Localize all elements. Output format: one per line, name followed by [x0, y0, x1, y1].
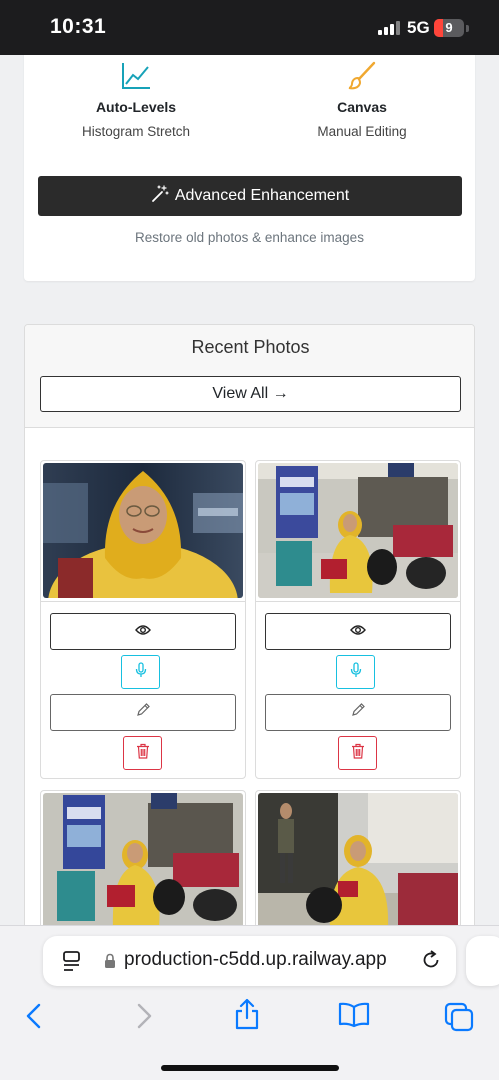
back-icon[interactable] [24, 1002, 44, 1035]
photo-thumbnail[interactable] [258, 463, 458, 598]
next-tab-preview[interactable] [466, 936, 499, 986]
status-time: 10:31 [50, 15, 107, 38]
tool-subtitle: Manual Editing [317, 124, 407, 139]
tools-card: Auto-Levels Histogram Stretch Canvas Man… [24, 55, 475, 281]
advanced-enhancement-button[interactable]: Advanced Enhancement [38, 176, 462, 216]
trash-icon [136, 743, 150, 764]
page-content[interactable]: Auto-Levels Histogram Stretch Canvas Man… [0, 55, 499, 925]
brush-icon [262, 55, 462, 91]
battery-level: 9 [445, 20, 453, 35]
eye-icon [350, 623, 366, 641]
bookmarks-icon[interactable] [338, 1002, 370, 1033]
view-photo-button[interactable] [265, 613, 451, 650]
eye-icon [135, 623, 151, 641]
photo-card [40, 460, 246, 779]
trash-icon [351, 743, 365, 764]
tool-title: Canvas [337, 99, 387, 115]
microphone-icon [135, 661, 147, 683]
advanced-enhancement-subtitle: Restore old photos & enhance images [135, 230, 364, 245]
reload-icon[interactable] [420, 949, 442, 976]
photo-card [255, 460, 461, 779]
edit-photo-button[interactable] [50, 694, 236, 731]
tool-title: Auto-Levels [95, 99, 177, 115]
pencil-icon [135, 702, 151, 723]
signal-icon [378, 21, 400, 35]
share-icon[interactable] [234, 998, 260, 1035]
network-type: 5G [407, 18, 430, 37]
voice-note-button[interactable] [121, 655, 160, 689]
delete-photo-button[interactable] [338, 736, 377, 770]
photo-card [40, 790, 246, 925]
tool-subtitle: Histogram Stretch [81, 124, 191, 139]
microphone-icon [350, 661, 362, 683]
divider [256, 601, 460, 602]
divider [41, 601, 245, 602]
browser-toolbar: production-c5dd.up.railway.app [0, 925, 499, 1080]
magic-wand-icon [151, 184, 169, 208]
recent-photos-card: Recent Photos View All → [24, 324, 475, 925]
status-bar: 10:31 5G 9 [0, 0, 499, 55]
photo-thumbnail[interactable] [43, 793, 243, 925]
view-all-button[interactable]: View All → [40, 376, 461, 412]
address-bar[interactable]: production-c5dd.up.railway.app [43, 936, 456, 986]
pencil-icon [350, 702, 366, 723]
battery-icon: 9 [434, 19, 464, 37]
battery-tip [466, 25, 469, 32]
chart-line-icon [36, 55, 236, 91]
advanced-enhancement-label: Advanced Enhancement [174, 187, 350, 204]
photo-card [255, 790, 461, 925]
photo-thumbnail[interactable] [43, 463, 243, 598]
edit-photo-button[interactable] [265, 694, 451, 731]
recent-photos-title: Recent Photos [191, 337, 310, 357]
photo-thumbnail[interactable] [258, 793, 458, 925]
forward-icon[interactable] [134, 1002, 154, 1035]
voice-note-button[interactable] [336, 655, 375, 689]
tool-auto-levels[interactable]: Auto-Levels Histogram Stretch [36, 55, 236, 139]
reader-icon[interactable] [62, 950, 82, 977]
recent-photos-header: Recent Photos View All → [25, 325, 474, 428]
delete-photo-button[interactable] [123, 736, 162, 770]
tool-canvas[interactable]: Canvas Manual Editing [262, 55, 462, 139]
url-text: production-c5dd.up.railway.app [124, 949, 387, 970]
tabs-icon[interactable] [444, 1002, 474, 1037]
home-indicator [161, 1065, 339, 1071]
lock-icon [104, 953, 116, 974]
view-photo-button[interactable] [50, 613, 236, 650]
